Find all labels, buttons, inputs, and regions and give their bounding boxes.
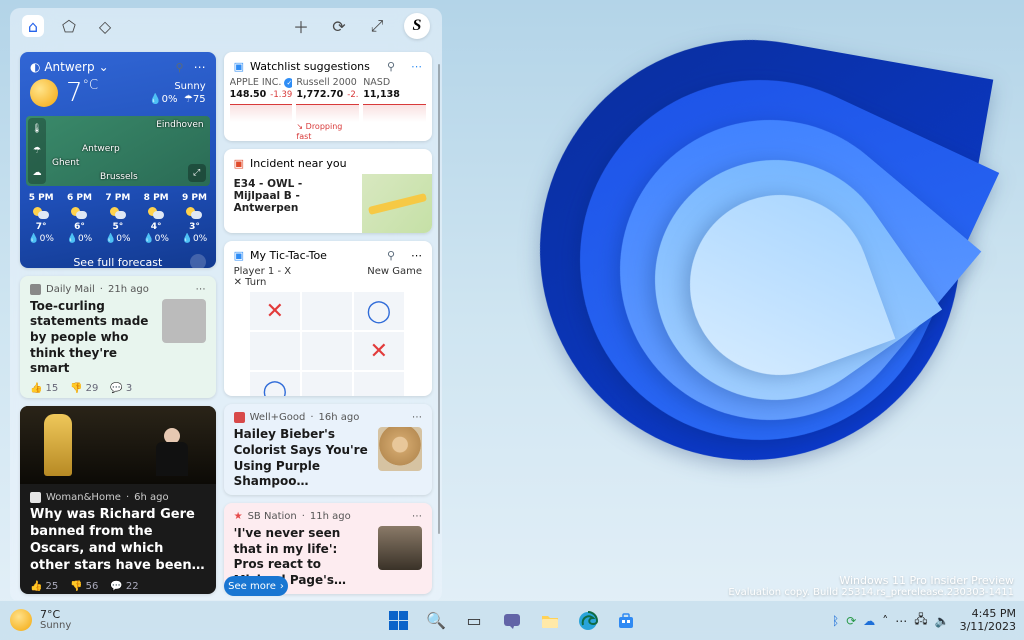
weather-map[interactable]: 🌡☂☁ Eindhoven Antwerp Ghent Brussels ⤢ <box>26 116 210 186</box>
tictactoe-widget[interactable]: ▣My Tic-Tac-Toe⚲⋯ Player 1 - X✕ TurnNew … <box>224 241 432 396</box>
news-title: Toe-curling statements made by people wh… <box>30 299 154 377</box>
clock[interactable]: 4:45 PM 3/11/2023 <box>960 608 1016 632</box>
weather-humidity: 75 <box>193 94 206 105</box>
pin-icon[interactable]: ⚲ <box>176 61 184 74</box>
widgets-scrollbar[interactable] <box>438 64 440 534</box>
widgets-home-button[interactable]: ⌂ <box>22 15 44 37</box>
incident-widget[interactable]: ▣Incident near you E34 - OWL - Mijlpaal … <box>224 149 432 233</box>
avatar[interactable]: S <box>404 13 430 39</box>
news-card[interactable]: Well+Good · 16h ago⋯ Hailey Bieber's Col… <box>224 404 432 495</box>
dislike-button[interactable]: 👎 56 <box>70 581 98 592</box>
cell[interactable]: ◯ <box>250 372 300 396</box>
file-explorer-button[interactable] <box>534 605 566 637</box>
widgets-toolbar: ⌂ ⬠ ◇ ＋ ⟳ ⤢ S <box>10 8 442 44</box>
cell[interactable]: ✕ <box>250 292 300 330</box>
cell[interactable]: ◯ <box>354 292 404 330</box>
ticker[interactable]: APPLE INC.✓ 148.50-1.39% <box>230 77 293 141</box>
pin-icon[interactable]: ⚲ <box>387 249 395 262</box>
news-hero-image <box>20 406 216 484</box>
cell[interactable]: ✕ <box>354 332 404 370</box>
weather-condition: Sunny <box>149 80 205 93</box>
comment-button[interactable]: 💬 3 <box>110 383 132 394</box>
new-game-button[interactable]: New Game <box>367 266 422 288</box>
store-button[interactable] <box>610 605 642 637</box>
incident-text: E34 - OWL - Mijlpaal B - Antwerpen <box>224 174 362 233</box>
volume-icon[interactable]: 🔈 <box>935 614 950 628</box>
pin-icon[interactable]: ⚲ <box>387 60 395 73</box>
tray-overflow-icon[interactable]: ⋯ <box>895 614 907 628</box>
onedrive-icon[interactable]: ☁ <box>863 614 875 628</box>
news-card[interactable]: Daily Mail · 21h ago⋯ Toe-curling statem… <box>20 276 216 399</box>
cell[interactable] <box>250 332 300 370</box>
chevron-down-icon[interactable]: ⌄ <box>99 60 109 74</box>
dislike-button[interactable]: 👎 29 <box>70 383 98 394</box>
news-thumbnail <box>378 427 422 471</box>
chat-button[interactable] <box>496 605 528 637</box>
comment-button[interactable]: 💬 22 <box>110 581 138 592</box>
desktop-wallpaper <box>420 0 1024 600</box>
taskbar: 7°CSunny 🔍 ▭ ᛒ ⟳ ☁ ˄ ⋯ 🖧 🔈 4:45 PM 3/11/… <box>0 600 1024 640</box>
watchlist-widget[interactable]: ▣Watchlist suggestions⚲⋯ APPLE INC.✓ 148… <box>224 52 432 141</box>
widgets-expand-button[interactable]: ⤢ <box>366 15 388 37</box>
more-icon[interactable]: ⋯ <box>411 249 422 262</box>
news-thumbnail <box>378 526 422 570</box>
network-icon[interactable]: 🖧 <box>914 610 927 631</box>
weather-unit: °C <box>83 78 99 93</box>
ticker[interactable]: NASD 11,138 <box>363 77 426 141</box>
widgets-refresh-button[interactable]: ⟳ <box>328 15 350 37</box>
tray-chevron-icon[interactable]: ˄ <box>882 614 888 628</box>
incident-map <box>362 174 432 233</box>
more-icon[interactable]: ⋯ <box>411 60 422 73</box>
cell[interactable] <box>302 372 352 396</box>
sun-icon <box>30 79 58 107</box>
tictactoe-board: ✕◯ ✕ ◯ <box>250 292 406 396</box>
weather-hourly-forecast: 5 PM7°💧0% 6 PM6°💧0% 7 PM5°💧0% 8 PM4°💧0% … <box>20 188 216 250</box>
cell[interactable] <box>354 372 404 396</box>
edge-button[interactable] <box>572 605 604 637</box>
cell[interactable] <box>302 332 352 370</box>
weather-map-tools[interactable]: 🌡☂☁ <box>28 118 46 184</box>
widgets-tag-button[interactable]: ◇ <box>94 15 116 37</box>
news-title: Why was Richard Gere banned from the Osc… <box>30 507 206 575</box>
start-button[interactable] <box>382 605 414 637</box>
like-button[interactable]: 👍 25 <box>30 581 58 592</box>
widgets-add-button[interactable]: ＋ <box>290 15 312 37</box>
weather-temp: 7 <box>66 78 83 108</box>
like-button[interactable]: 👍 15 <box>30 383 58 394</box>
cell[interactable] <box>302 292 352 330</box>
sun-icon <box>10 609 32 631</box>
taskbar-widgets-button[interactable]: 7°CSunny <box>0 609 81 631</box>
weather-precip: 0% <box>162 94 178 105</box>
see-full-forecast-link[interactable]: See full forecast <box>20 250 216 268</box>
bluetooth-icon[interactable]: ᛒ <box>832 614 839 628</box>
more-icon[interactable]: ⋯ <box>194 60 206 74</box>
ticker[interactable]: Russell 2000+ 1,772.70-2.95% ↘ Dropping … <box>296 77 359 141</box>
weather-widget[interactable]: ◐ Antwerp ⌄ ⚲ ⋯ 7°C Sunny 💧0% ☂75 🌡☂☁ <box>20 52 216 268</box>
widgets-plants-button[interactable]: ⬠ <box>58 15 80 37</box>
weather-location: Antwerp <box>44 60 94 74</box>
taskview-button[interactable]: ▭ <box>458 605 490 637</box>
see-more-button[interactable]: See more › <box>224 576 288 596</box>
news-card[interactable]: Woman&Home · 6h ago Why was Richard Gere… <box>20 406 216 594</box>
news-thumbnail <box>162 299 206 343</box>
system-tray[interactable]: ᛒ ⟳ ☁ ˄ ⋯ 🖧 🔈 <box>832 610 950 631</box>
build-watermark: Windows 11 Pro Insider Preview Evaluatio… <box>728 574 1014 598</box>
news-title: Hailey Bieber's Colorist Says You're Usi… <box>234 427 370 489</box>
map-expand-icon[interactable]: ⤢ <box>188 164 206 182</box>
weather-provider-icon: ◐ <box>30 60 40 74</box>
widgets-panel: ⌂ ⬠ ◇ ＋ ⟳ ⤢ S ◐ Antwerp ⌄ ⚲ ⋯ <box>10 8 442 602</box>
sync-icon[interactable]: ⟳ <box>846 614 856 628</box>
search-button[interactable]: 🔍 <box>420 605 452 637</box>
